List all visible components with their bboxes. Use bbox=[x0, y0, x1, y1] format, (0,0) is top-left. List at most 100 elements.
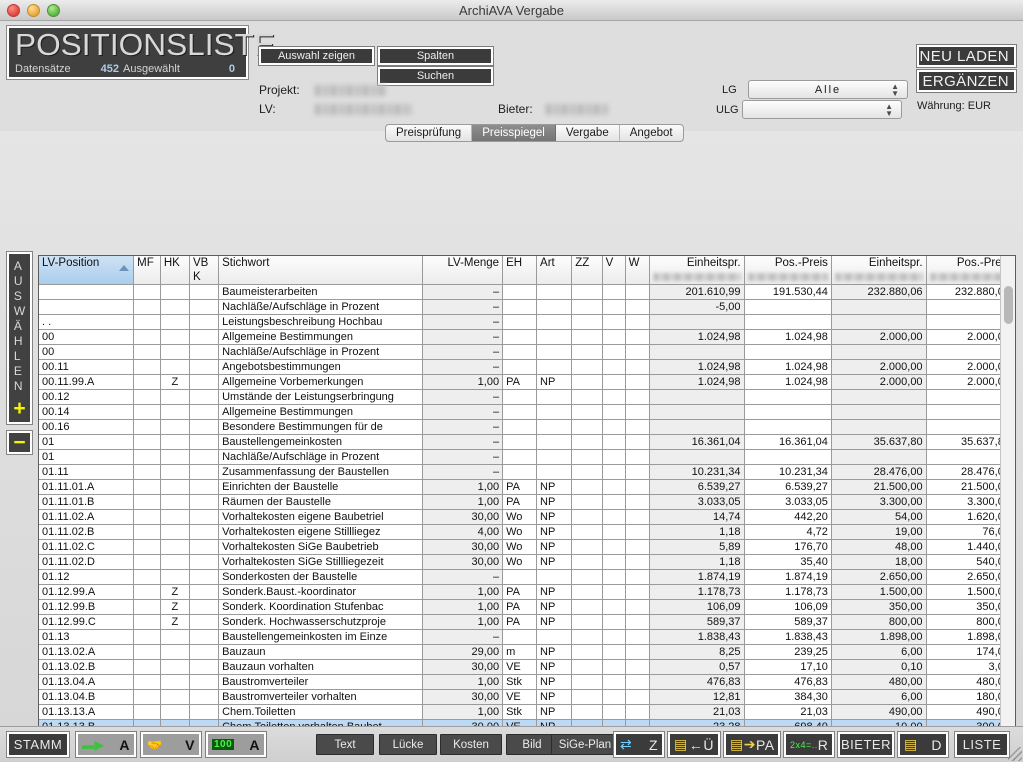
bieter-button[interactable]: BIETER bbox=[838, 732, 894, 757]
cell-mf[interactable] bbox=[133, 299, 161, 315]
cell-vbk[interactable] bbox=[189, 599, 220, 615]
cell-pp1[interactable] bbox=[744, 344, 832, 360]
cell-art[interactable] bbox=[536, 629, 573, 645]
cell-art[interactable] bbox=[536, 404, 573, 420]
cell-stich[interactable]: Vorhaltekosten SiGe Stillliegezeit bbox=[218, 554, 423, 570]
cell-pos[interactable]: 01.13 bbox=[39, 629, 135, 645]
cell-menge[interactable]: – bbox=[422, 299, 504, 315]
cell-eh[interactable] bbox=[502, 314, 538, 330]
cell-hk[interactable] bbox=[160, 464, 190, 480]
cell-w[interactable] bbox=[625, 344, 650, 360]
table-row[interactable]: 01.12.99.B Z Sonderk. Koordination Stufenb… bbox=[39, 599, 1015, 615]
cell-stich[interactable]: Vorhaltekosten eigene Stillliegez bbox=[218, 524, 423, 540]
cell-art[interactable]: NP bbox=[536, 644, 573, 660]
cell-ep2[interactable] bbox=[831, 449, 927, 465]
cell-ep2[interactable] bbox=[831, 314, 927, 330]
cell-hk[interactable]: Z bbox=[160, 599, 190, 615]
cell-stich[interactable]: Sonderk. Koordination Stufenbac bbox=[218, 599, 423, 615]
cell-pp1[interactable]: 4,72 bbox=[744, 524, 832, 540]
spalten-button[interactable]: Spalten bbox=[378, 47, 493, 65]
cell-hk[interactable] bbox=[160, 539, 190, 555]
cell-hk[interactable] bbox=[160, 494, 190, 510]
cell-pp1[interactable]: 1.024,98 bbox=[744, 359, 832, 375]
swap-z-button[interactable]: ⇄ Z bbox=[614, 732, 664, 757]
cell-art[interactable]: NP bbox=[536, 494, 573, 510]
cell-v[interactable] bbox=[602, 419, 626, 435]
column-header-menge[interactable]: LV-Menge bbox=[422, 256, 504, 285]
lg-select[interactable]: Alle ▲ ▼ bbox=[748, 80, 908, 99]
column-header-w[interactable]: W bbox=[625, 256, 650, 285]
cell-ep2[interactable]: 480,00 bbox=[831, 674, 927, 690]
cell-ep2[interactable]: 35.637,80 bbox=[831, 434, 927, 450]
stamm-button[interactable]: STAMM bbox=[7, 732, 69, 757]
sige-plan-button[interactable]: SiGe-Plan bbox=[551, 734, 619, 755]
cell-eh[interactable]: m bbox=[502, 644, 538, 660]
cell-ep2[interactable]: 2.000,00 bbox=[831, 359, 927, 375]
cell-ep1[interactable]: 476,83 bbox=[649, 674, 745, 690]
cell-mf[interactable] bbox=[133, 509, 161, 525]
column-header-pos[interactable]: LV-Position bbox=[39, 256, 135, 285]
cell-vbk[interactable] bbox=[189, 389, 220, 405]
cell-vbk[interactable] bbox=[189, 419, 220, 435]
cell-ep2[interactable] bbox=[831, 344, 927, 360]
cell-mf[interactable] bbox=[133, 419, 161, 435]
cell-stich[interactable]: Zusammenfassung der Baustellen bbox=[218, 464, 423, 480]
cell-pos[interactable]: 01.11.02.A bbox=[39, 509, 135, 525]
cell-hk[interactable] bbox=[160, 404, 190, 420]
cell-art[interactable]: NP bbox=[536, 584, 573, 600]
cell-eh[interactable]: PA bbox=[502, 479, 538, 495]
cell-art[interactable]: NP bbox=[536, 614, 573, 630]
cell-pp1[interactable]: 1.874,19 bbox=[744, 569, 832, 585]
cell-menge[interactable]: 1,00 bbox=[422, 479, 504, 495]
suchen-button[interactable]: Suchen bbox=[378, 67, 493, 85]
cell-stich[interactable]: Besondere Bestimmungen für de bbox=[218, 419, 423, 435]
column-header-pp1[interactable]: Pos.-Preis bbox=[744, 256, 832, 285]
cell-zz[interactable] bbox=[571, 569, 603, 585]
cell-pp1[interactable]: 1.024,98 bbox=[744, 329, 832, 345]
table-row[interactable]: 01.13.04.B Baustromverteiler vorhalten 30,… bbox=[39, 689, 1015, 705]
cell-w[interactable] bbox=[625, 584, 650, 600]
column-header-vbk[interactable]: VB K bbox=[189, 256, 220, 285]
cell-art[interactable]: NP bbox=[536, 704, 573, 720]
cell-ep2[interactable]: 54,00 bbox=[831, 509, 927, 525]
column-header-art[interactable]: Art bbox=[536, 256, 573, 285]
neu-laden-button[interactable]: NEU LADEN bbox=[917, 45, 1016, 67]
cell-pos[interactable]: 01.11.01.B bbox=[39, 494, 135, 510]
cell-eh[interactable] bbox=[502, 404, 538, 420]
cell-art[interactable]: NP bbox=[536, 674, 573, 690]
cell-mf[interactable] bbox=[133, 584, 161, 600]
cell-v[interactable] bbox=[602, 464, 626, 480]
cell-w[interactable] bbox=[625, 314, 650, 330]
cell-ep2[interactable]: 232.880,06 bbox=[831, 284, 927, 300]
cell-mf[interactable] bbox=[133, 389, 161, 405]
cell-zz[interactable] bbox=[571, 689, 603, 705]
cell-pp1[interactable]: 384,30 bbox=[744, 689, 832, 705]
cell-pp1[interactable]: 10.231,34 bbox=[744, 464, 832, 480]
cell-stich[interactable]: Chem.Toiletten bbox=[218, 704, 423, 720]
cell-ep2[interactable]: 48,00 bbox=[831, 539, 927, 555]
cell-stich[interactable]: Allgemeine Bestimmungen bbox=[218, 329, 423, 345]
cell-menge[interactable]: 1,00 bbox=[422, 704, 504, 720]
cell-stich[interactable]: Baustellengemeinkosten bbox=[218, 434, 423, 450]
cell-mf[interactable] bbox=[133, 464, 161, 480]
cell-menge[interactable]: – bbox=[422, 359, 504, 375]
cell-v[interactable] bbox=[602, 659, 626, 675]
cell-pp1[interactable]: 106,09 bbox=[744, 599, 832, 615]
cell-w[interactable] bbox=[625, 599, 650, 615]
cell-vbk[interactable] bbox=[189, 689, 220, 705]
cell-pos[interactable]: 01.13.04.B bbox=[39, 689, 135, 705]
cell-ep2[interactable]: 0,10 bbox=[831, 659, 927, 675]
cell-mf[interactable] bbox=[133, 434, 161, 450]
tab-preisspiegel[interactable]: Preisspiegel bbox=[472, 125, 556, 141]
cell-pp1[interactable]: 17,10 bbox=[744, 659, 832, 675]
cell-pp1[interactable] bbox=[744, 419, 832, 435]
cell-ep1[interactable]: 8,25 bbox=[649, 644, 745, 660]
cell-v[interactable] bbox=[602, 344, 626, 360]
cell-v[interactable] bbox=[602, 374, 626, 390]
cell-zz[interactable] bbox=[571, 584, 603, 600]
list-ue-button[interactable]: ▤ ←Ü bbox=[668, 732, 720, 757]
cell-ep2[interactable] bbox=[831, 299, 927, 315]
cell-v[interactable] bbox=[602, 479, 626, 495]
cell-mf[interactable] bbox=[133, 284, 161, 300]
table-row[interactable]: 01.13.02.A Bauzaun 29,00 m NP 8,25 239,25 6,00 1… bbox=[39, 644, 1015, 660]
